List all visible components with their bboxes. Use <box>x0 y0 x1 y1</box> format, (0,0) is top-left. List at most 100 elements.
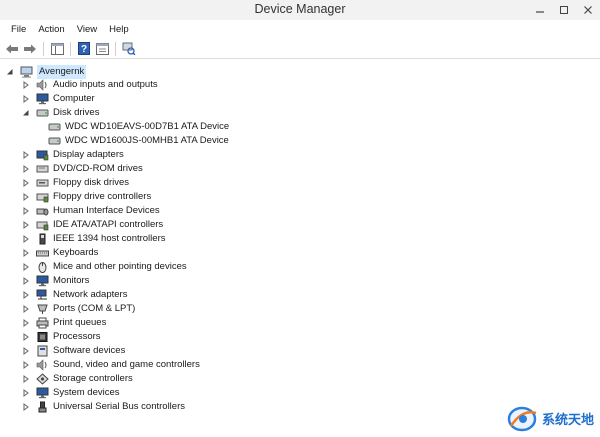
maximize-icon <box>560 6 568 14</box>
console-tree-icon <box>50 42 64 55</box>
expand-arrow-icon[interactable] <box>22 190 30 204</box>
toolbar-separator <box>115 41 116 56</box>
ieee1394-icon <box>36 233 49 246</box>
expand-arrow-icon[interactable] <box>22 232 30 246</box>
category-disk-drives[interactable]: Disk drives <box>22 106 99 120</box>
expand-arrow-icon[interactable] <box>22 386 30 400</box>
category-floppy-disk-drives[interactable]: Floppy disk drives <box>22 176 129 190</box>
category-human-interface-devices[interactable]: Human Interface Devices <box>22 204 160 218</box>
category-label: Storage controllers <box>53 373 133 384</box>
category-ide-ata-atapi-controllers[interactable]: IDE ATA/ATAPI controllers <box>22 218 163 232</box>
category-label: Ports (COM & LPT) <box>53 303 136 314</box>
menu-view[interactable]: View <box>71 20 103 39</box>
category-label: Disk drives <box>53 107 100 118</box>
category-label: Network adapters <box>53 289 128 300</box>
software-device-icon <box>36 345 49 358</box>
expand-arrow-icon[interactable] <box>22 204 30 218</box>
category-label: IEEE 1394 host controllers <box>53 233 166 244</box>
maximize-button[interactable] <box>552 0 576 20</box>
category-storage-controllers[interactable]: Storage controllers <box>22 372 133 386</box>
properties-button[interactable] <box>94 41 110 57</box>
disk-drive-icon <box>36 107 49 120</box>
expand-arrow-icon[interactable] <box>22 274 30 288</box>
menu-action[interactable]: Action <box>32 20 70 39</box>
category-system-devices[interactable]: System devices <box>22 386 120 400</box>
back-button[interactable] <box>4 41 20 57</box>
forward-arrow-icon <box>24 44 36 53</box>
expand-arrow-icon[interactable] <box>22 288 30 302</box>
expand-arrow-icon[interactable] <box>22 148 30 162</box>
category-processors[interactable]: Processors <box>22 330 101 344</box>
expand-arrow-icon[interactable] <box>22 302 30 316</box>
category-computer[interactable]: Computer <box>22 92 95 106</box>
category-dvd-cd-rom-drives[interactable]: DVD/CD-ROM drives <box>22 162 143 176</box>
processor-icon <box>36 331 49 344</box>
expand-arrow-icon[interactable] <box>22 78 30 92</box>
port-icon <box>36 303 49 316</box>
watermark: 系统天地 <box>506 403 594 433</box>
category-monitors[interactable]: Monitors <box>22 274 89 288</box>
category-audio-inputs-and-outputs[interactable]: Audio inputs and outputs <box>22 78 158 92</box>
close-button[interactable] <box>576 0 600 20</box>
scan-hardware-icon <box>122 42 136 55</box>
category-software-devices[interactable]: Software devices <box>22 344 125 358</box>
monitor-icon <box>36 93 49 106</box>
category-label: Computer <box>53 93 95 104</box>
category-mice-and-other-pointing-devices[interactable]: Mice and other pointing devices <box>22 260 187 274</box>
disk-drive-icon <box>48 121 61 134</box>
show-hide-console-tree-button[interactable] <box>49 41 65 57</box>
category-label: System devices <box>53 387 120 398</box>
expand-arrow-icon[interactable] <box>22 176 30 190</box>
category-label: Print queues <box>53 317 107 328</box>
expand-arrow-icon[interactable] <box>22 260 30 274</box>
system-device-icon <box>36 387 49 400</box>
expand-arrow-icon[interactable] <box>22 400 30 414</box>
category-label: Display adapters <box>53 149 124 160</box>
tree-root[interactable]: Avengernk <box>6 65 87 79</box>
device-label: WDC WD1600JS-00MHB1 ATA Device <box>65 135 229 146</box>
display-adapter-icon <box>36 149 49 162</box>
category-network-adapters[interactable]: Network adapters <box>22 288 127 302</box>
forward-button[interactable] <box>22 41 38 57</box>
device-tree: Avengernk Audio inputs and outputs Compu… <box>0 60 600 437</box>
category-universal-serial-bus-controllers[interactable]: Universal Serial Bus controllers <box>22 400 185 414</box>
category-print-queues[interactable]: Print queues <box>22 316 106 330</box>
collapse-arrow-icon[interactable] <box>6 65 14 79</box>
expand-arrow-icon[interactable] <box>22 246 30 260</box>
category-ieee-1394-host-controllers[interactable]: IEEE 1394 host controllers <box>22 232 165 246</box>
expand-arrow-icon[interactable] <box>22 162 30 176</box>
expand-arrow-icon[interactable] <box>22 358 30 372</box>
properties-icon <box>95 42 109 55</box>
help-icon: ? <box>78 42 90 55</box>
device-disk-1[interactable]: WDC WD10EAVS-00D7B1 ATA Device <box>48 120 229 134</box>
category-sound-video-game-controllers[interactable]: Sound, video and game controllers <box>22 358 200 372</box>
expand-arrow-icon[interactable] <box>22 372 30 386</box>
expand-arrow-icon[interactable] <box>22 218 30 232</box>
expand-arrow-icon[interactable] <box>22 344 30 358</box>
collapse-arrow-icon[interactable] <box>22 106 30 120</box>
expand-arrow-icon[interactable] <box>22 92 30 106</box>
device-disk-2[interactable]: WDC WD1600JS-00MHB1 ATA Device <box>48 134 229 148</box>
category-ports-com-lpt[interactable]: Ports (COM & LPT) <box>22 302 135 316</box>
speaker-icon <box>36 79 49 92</box>
scan-hardware-button[interactable] <box>121 41 137 57</box>
category-label: Keyboards <box>53 247 99 258</box>
device-label: WDC WD10EAVS-00D7B1 ATA Device <box>65 121 230 132</box>
category-display-adapters[interactable]: Display adapters <box>22 148 124 162</box>
tree-root-label: Avengernk <box>37 65 87 79</box>
minimize-button[interactable] <box>528 0 552 20</box>
toolbar-separator <box>43 41 44 56</box>
toolbar: ? <box>0 39 600 59</box>
help-button[interactable]: ? <box>76 41 92 57</box>
category-keyboards[interactable]: Keyboards <box>22 246 98 260</box>
menu-file[interactable]: File <box>5 20 32 39</box>
category-label: Audio inputs and outputs <box>53 79 158 90</box>
expand-arrow-icon[interactable] <box>22 330 30 344</box>
monitor-icon <box>36 275 49 288</box>
category-floppy-drive-controllers[interactable]: Floppy drive controllers <box>22 190 151 204</box>
toolbar-separator <box>70 41 71 56</box>
category-label: Universal Serial Bus controllers <box>53 401 185 412</box>
usb-icon <box>36 401 49 414</box>
menu-help[interactable]: Help <box>103 20 135 39</box>
expand-arrow-icon[interactable] <box>22 316 30 330</box>
